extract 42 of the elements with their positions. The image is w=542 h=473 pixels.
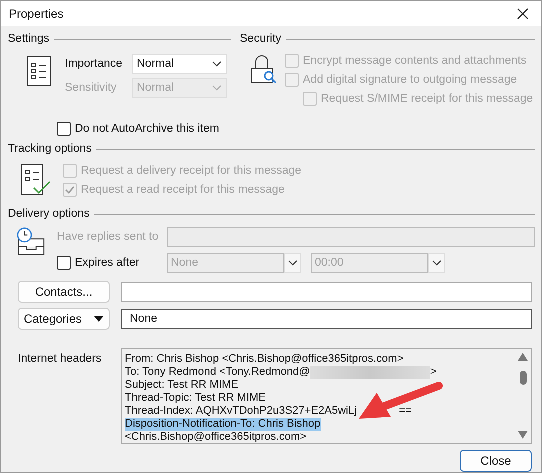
header-line: <Chris.Bishop@office365itpros.com> bbox=[125, 431, 307, 444]
scroll-up-icon[interactable] bbox=[518, 353, 528, 361]
field-label: Importance bbox=[65, 58, 124, 70]
chevron-icon bbox=[288, 260, 298, 266]
section-title: Settings bbox=[8, 33, 50, 45]
inbox-clock-icon bbox=[16, 227, 47, 257]
field-label: Have replies sent to bbox=[57, 231, 160, 243]
header-line: Thread-Index: AQHXvTDohP2u3S27+E2A5wiLj bbox=[125, 405, 358, 418]
caret-icon bbox=[94, 316, 104, 322]
section-title: Security bbox=[240, 33, 282, 45]
checklist-icon bbox=[21, 164, 51, 196]
headers-text-area[interactable] bbox=[121, 348, 532, 444]
section-title: Delivery options bbox=[8, 208, 90, 220]
dropdown[interactable]: Normal bbox=[132, 54, 227, 74]
categories-button[interactable]: Categories bbox=[18, 308, 110, 330]
header-line: From: Chris Bishop <Chris.Bishop@office365itpros.com> bbox=[125, 353, 404, 366]
input-field[interactable] bbox=[167, 227, 535, 247]
contacts-field[interactable] bbox=[121, 282, 532, 302]
header-line: == bbox=[399, 405, 412, 418]
lock-key-icon bbox=[251, 54, 277, 86]
close-icon[interactable] bbox=[517, 8, 529, 20]
chevron-icon bbox=[432, 260, 442, 266]
header-line: To: Tony Redmond <Tony.Redmond@ bbox=[125, 366, 310, 379]
field-label: Sensitivity bbox=[65, 82, 118, 94]
dropdown-button[interactable] bbox=[284, 253, 301, 273]
window-title: Properties bbox=[9, 6, 64, 20]
categories-field[interactable]: None bbox=[121, 309, 532, 329]
close-button[interactable]: Close bbox=[460, 450, 532, 472]
chevron-icon bbox=[212, 61, 222, 67]
dropdown-button[interactable] bbox=[428, 253, 445, 273]
scrollbar-thumb[interactable] bbox=[520, 371, 526, 385]
checkmark-icon bbox=[65, 185, 75, 195]
header-line: > bbox=[430, 366, 437, 379]
scroll-down-icon[interactable] bbox=[518, 431, 528, 439]
field-label: Internet headers bbox=[18, 353, 103, 367]
header-line: Subject: Test RR MIME bbox=[125, 379, 238, 392]
header-line: Thread-Topic: Test RR MIME bbox=[125, 392, 266, 405]
list-icon bbox=[27, 56, 51, 86]
contacts-button[interactable]: Contacts... bbox=[18, 281, 110, 303]
section-title: Tracking options bbox=[8, 143, 92, 155]
chevron-icon bbox=[212, 85, 222, 91]
checkbox[interactable]: Do not AutoArchive this item bbox=[57, 122, 535, 136]
